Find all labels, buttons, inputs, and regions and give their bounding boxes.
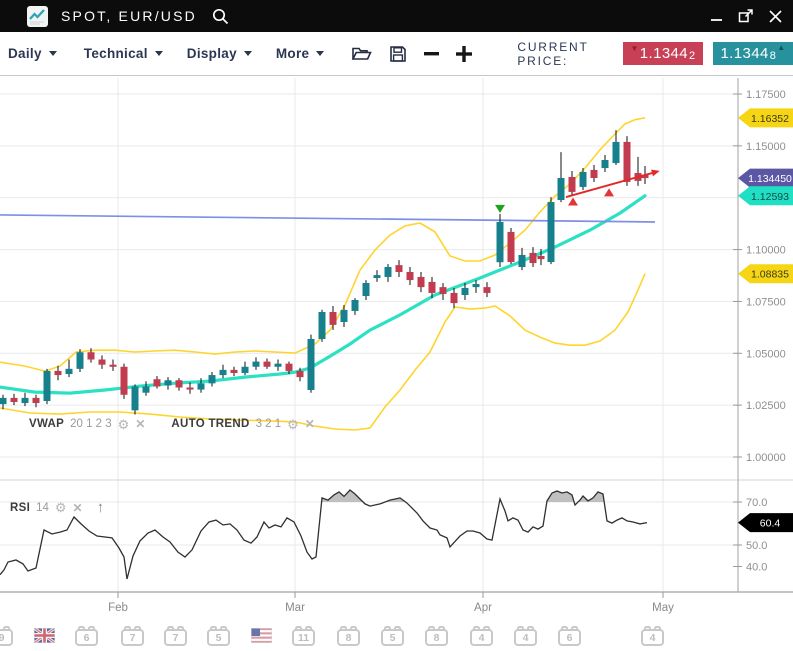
y-axis-label: 1.10000 <box>746 245 786 257</box>
display-menu[interactable]: Display <box>187 46 252 61</box>
indicator-row-main: VWAP 20 1 2 3 ⚙ ✕ AUTO TREND 3 2 1 ⚙ ✕ <box>29 417 315 431</box>
event-calendar-icon[interactable]: 11 <box>292 629 315 646</box>
popout-button[interactable] <box>736 6 756 26</box>
y-axis-label: 70.0 <box>746 497 767 509</box>
vwap-indicator-params: 20 1 2 3 <box>70 418 112 430</box>
vwap-indicator-label: VWAP <box>29 418 64 430</box>
vwap-settings-icon[interactable]: ⚙ <box>118 418 130 431</box>
bid-price-value: 1.1344 <box>640 45 688 62</box>
bollinger-lower-band <box>0 274 645 430</box>
x-axis-label: May <box>652 602 674 614</box>
x-axis-label: Apr <box>474 602 492 614</box>
current-price-label: CURRENT PRICE: <box>517 40 594 68</box>
event-calendar-icon[interactable]: 7 <box>164 629 187 646</box>
event-calendar-icon[interactable]: 4 <box>470 629 493 646</box>
event-calendar-icon[interactable]: 6 <box>75 629 98 646</box>
more-menu[interactable]: More <box>276 46 324 61</box>
arrow-down-icon: ▼ <box>630 45 638 53</box>
rsi-settings-icon[interactable]: ⚙ <box>55 501 67 514</box>
save-icon[interactable] <box>389 45 407 63</box>
zoom-out-icon[interactable] <box>423 45 440 62</box>
vwap-remove-icon[interactable]: ✕ <box>135 417 145 431</box>
event-calendar-icon[interactable]: 8 <box>425 629 448 646</box>
x-axis-labels: Feb Mar Apr May <box>108 592 674 614</box>
y-axis-label: 1.17500 <box>746 89 786 101</box>
rsi-remove-icon[interactable]: ✕ <box>73 501 83 515</box>
y-axis-label: 40.0 <box>746 562 767 574</box>
indicator-lines <box>0 118 655 430</box>
rsi-indicator-params: 14 <box>36 502 49 514</box>
autotrend-remove-icon[interactable]: ✕ <box>305 417 315 431</box>
svg-text:1.16352: 1.16352 <box>751 113 789 125</box>
event-calendar-icon[interactable]: 4 <box>514 629 537 646</box>
event-calendar-icon[interactable]: 6 <box>558 629 581 646</box>
autotrend-settings-icon[interactable]: ⚙ <box>287 418 299 431</box>
us-flag-icon[interactable] <box>251 628 272 643</box>
chevron-down-icon <box>155 51 163 56</box>
chevron-down-icon <box>49 51 57 56</box>
close-icon[interactable] <box>765 6 785 26</box>
window-titlebar: SPOT, EUR/USD <box>0 0 793 32</box>
ask-price-pip: 8 <box>770 50 777 62</box>
technical-menu[interactable]: Technical <box>84 46 163 61</box>
autotrend-indicator-params: 3 2 1 <box>256 418 282 430</box>
y-axis-label: 50.0 <box>746 540 767 552</box>
search-icon[interactable] <box>212 8 229 25</box>
more-menu-label: More <box>276 46 309 61</box>
rsi-indicator-label: RSI <box>10 502 30 514</box>
candlesticks <box>0 130 649 414</box>
bid-price-badge: ▼ 1.1344 2 <box>623 42 703 65</box>
event-calendar-icon[interactable]: 4 <box>641 629 664 646</box>
ask-price-value: 1.1344 <box>720 45 768 62</box>
event-calendar-icon[interactable]: 5 <box>381 629 404 646</box>
svg-text:1.134450: 1.134450 <box>748 173 792 185</box>
trend-signal-marker <box>604 188 614 196</box>
x-axis-label: Feb <box>108 602 128 614</box>
timeframe-menu[interactable]: Daily <box>8 46 57 61</box>
minimize-button[interactable] <box>707 6 727 26</box>
event-calendar-icon[interactable]: 9 <box>0 629 13 646</box>
svg-text:1.12593: 1.12593 <box>751 191 789 203</box>
window-controls <box>707 6 785 26</box>
y-axis-label: 1.05000 <box>746 348 786 360</box>
chevron-down-icon <box>244 51 252 56</box>
price-tags: 1.16352 1.134450 1.12593 1.08835 60.4 <box>738 108 793 532</box>
indicator-row-rsi: RSI 14 ⚙ ✕ ↑ <box>10 499 104 516</box>
event-calendar-icon[interactable]: 8 <box>337 629 360 646</box>
panel-borders <box>0 78 793 592</box>
y-axis-label: 1.15000 <box>746 141 786 153</box>
y-axis-label: 1.07500 <box>746 296 786 308</box>
ask-price-badge: 1.1344 8 ▲ <box>713 42 793 65</box>
chart-toolbar: Daily Technical Display More CURRENT <box>0 32 793 76</box>
vwap-line <box>0 215 655 222</box>
chevron-down-icon <box>316 51 324 56</box>
event-calendar-icon[interactable]: 5 <box>207 629 230 646</box>
timeframe-menu-label: Daily <box>8 46 42 61</box>
svg-text:60.4: 60.4 <box>760 518 781 530</box>
technical-menu-label: Technical <box>84 46 148 61</box>
y-axis-label: 1.02500 <box>746 400 786 412</box>
trend-signal-marker <box>495 205 505 213</box>
y-axis-labels: 1.17500 1.15000 1.10000 1.07500 1.05000 1.025… <box>733 89 786 574</box>
window-title: SPOT, EUR/USD <box>61 8 197 24</box>
autotrend-indicator-label: AUTO TREND <box>171 418 249 430</box>
bid-price-pip: 2 <box>689 50 696 62</box>
y-axis-label: 1.00000 <box>746 452 786 464</box>
economic-events-strip: 9 6 7 7 5 11 8 5 8 4 4 6 4 <box>0 626 793 650</box>
price-chart-canvas[interactable]: 1.17500 1.15000 1.10000 1.07500 1.05000 1.025… <box>0 76 793 651</box>
arrow-up-icon: ▲ <box>777 44 785 52</box>
svg-text:1.08835: 1.08835 <box>751 269 789 281</box>
app-logo-icon <box>27 6 48 27</box>
gb-flag-icon[interactable] <box>34 628 55 643</box>
zoom-in-icon[interactable] <box>455 45 473 63</box>
x-axis-label: Mar <box>285 602 305 614</box>
display-menu-label: Display <box>187 46 237 61</box>
trend-signal-marker <box>568 197 578 205</box>
rsi-move-up-icon[interactable]: ↑ <box>97 499 105 516</box>
event-calendar-icon[interactable]: 7 <box>121 629 144 646</box>
open-folder-icon[interactable] <box>351 45 372 62</box>
